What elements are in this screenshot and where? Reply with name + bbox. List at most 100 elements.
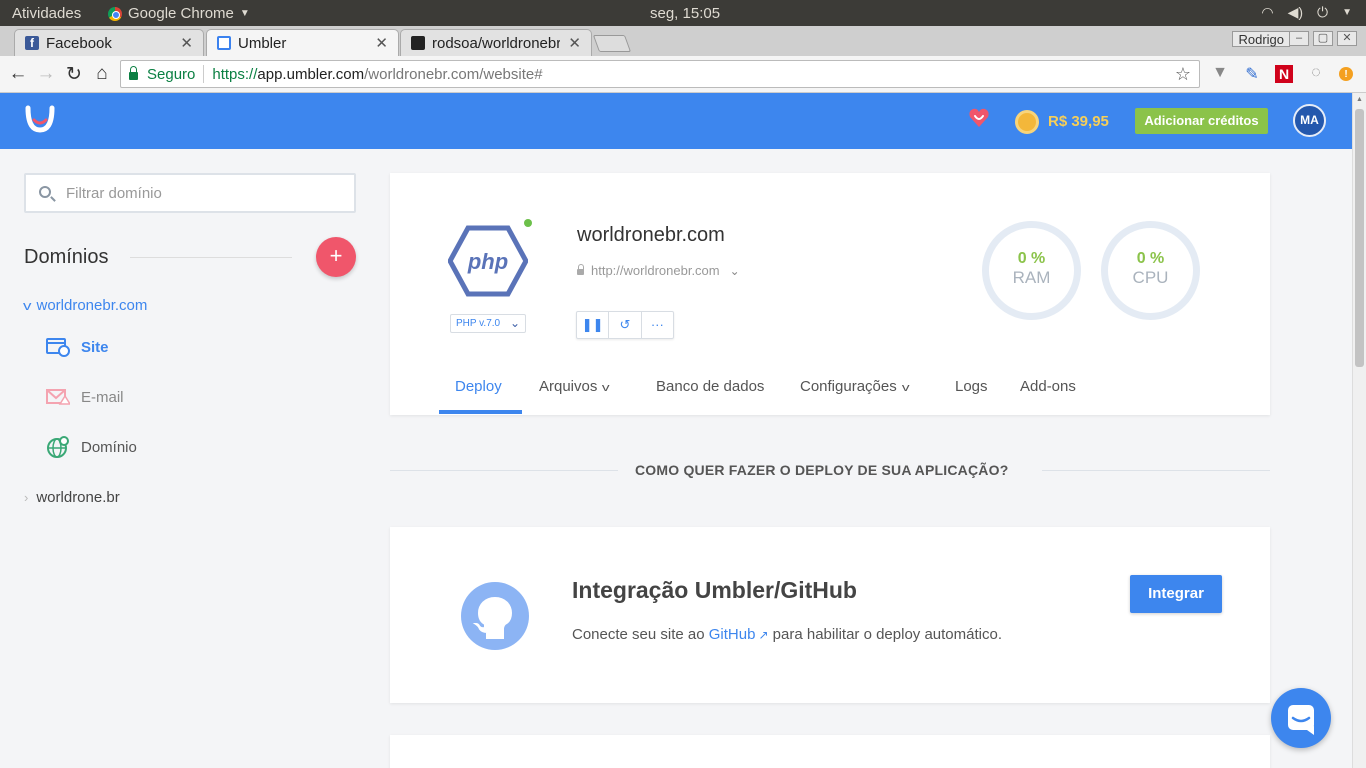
- umbler-icon: [217, 36, 231, 50]
- tab-facebook[interactable]: f Facebook ✕: [14, 29, 204, 56]
- site-tabs: Deploy Arquivos v Banco de dados Configur…: [390, 363, 1270, 415]
- page-scrollbar[interactable]: ▲: [1352, 93, 1366, 768]
- restart-button[interactable]: ↺: [609, 312, 642, 338]
- home-icon[interactable]: ⌂: [91, 63, 113, 85]
- cpu-gauge: 0 % CPU: [1101, 221, 1200, 320]
- ram-gauge: 0 % RAM: [982, 221, 1081, 320]
- heart-icon[interactable]: [968, 107, 990, 129]
- app-menu[interactable]: Google Chrome ▼: [108, 5, 250, 22]
- tab-label: rodsoa/worldronebr: [432, 34, 560, 52]
- lock-icon: [577, 264, 584, 275]
- volume-icon[interactable]: ◀): [1288, 4, 1303, 21]
- url-scheme: https://: [212, 65, 258, 83]
- minimize-button[interactable]: –: [1289, 31, 1309, 46]
- tab-umbler[interactable]: Umbler ✕: [206, 29, 399, 56]
- clock[interactable]: seg, 15:05: [650, 5, 720, 22]
- vimeo-extension-icon[interactable]: ▼: [1211, 64, 1229, 82]
- sidebar-item-label: Site: [81, 338, 109, 356]
- divider: [1042, 470, 1270, 471]
- description-text: para habilitar o deploy automático.: [768, 626, 1002, 643]
- github-integration-title: Integração Umbler/GitHub: [572, 577, 857, 603]
- ram-label: RAM: [1012, 268, 1051, 287]
- tab-banco-de-dados[interactable]: Banco de dados: [656, 378, 764, 395]
- php-version-select[interactable]: PHP v.7.0 ⌄: [450, 314, 526, 333]
- more-icon: ···: [650, 317, 664, 332]
- add-domain-button[interactable]: +: [316, 237, 356, 277]
- pause-button[interactable]: ❚❚: [577, 312, 610, 338]
- url-path: /worldronebr.com/website#: [364, 65, 543, 83]
- bookmark-star-icon[interactable]: ☆: [1175, 64, 1191, 85]
- tab-arquivos[interactable]: Arquivos v: [539, 378, 610, 395]
- domain-label: worldronebr.com: [36, 297, 148, 314]
- tab-deploy[interactable]: Deploy: [455, 378, 502, 395]
- lock-icon: [129, 66, 138, 80]
- site-actions: ❚❚ ↺ ···: [576, 311, 674, 339]
- sidebar-item-domain[interactable]: Domínio: [46, 436, 137, 458]
- netflix-extension-icon[interactable]: N: [1275, 65, 1293, 83]
- facebook-icon: f: [25, 36, 39, 50]
- github-icon: [461, 582, 529, 650]
- close-window-button[interactable]: ✕: [1337, 31, 1357, 46]
- app-header: R$ 39,95 Adicionar créditos MA: [0, 93, 1352, 149]
- domains-heading: Domínios: [24, 246, 109, 268]
- eyedropper-extension-icon[interactable]: ✎: [1243, 64, 1261, 84]
- maximize-button[interactable]: ▢: [1313, 31, 1333, 46]
- avatar[interactable]: MA: [1293, 104, 1326, 137]
- github-link[interactable]: GitHub: [709, 626, 756, 643]
- secure-label: Seguro: [147, 65, 196, 83]
- chevron-down-icon: v: [602, 382, 610, 394]
- wifi-icon[interactable]: ◠: [1261, 4, 1273, 21]
- tab-add-ons[interactable]: Add-ons: [1020, 378, 1076, 395]
- sidebar-item-email[interactable]: E-mail: [46, 386, 124, 408]
- forward-icon[interactable]: →: [35, 63, 57, 85]
- umbler-logo-icon[interactable]: [24, 104, 56, 134]
- site-name: worldronebr.com: [577, 224, 725, 246]
- close-icon[interactable]: ✕: [375, 34, 388, 52]
- status-online-dot: [524, 219, 532, 227]
- external-link-icon[interactable]: ↗: [758, 628, 768, 642]
- deploy-section-title: COMO QUER FAZER O DEPLOY DE SUA APLICAÇÃ…: [635, 462, 1009, 478]
- domain-filter-input[interactable]: Filtrar domínio: [24, 173, 356, 213]
- chevron-right-icon: ›: [24, 490, 29, 505]
- close-icon[interactable]: ✕: [180, 34, 193, 52]
- chevron-down-icon: ▼: [239, 8, 250, 19]
- more-button[interactable]: ···: [642, 312, 673, 338]
- profile-button[interactable]: Rodrigo: [1232, 31, 1290, 47]
- filter-placeholder: Filtrar domínio: [66, 184, 162, 202]
- ram-value: 0 %: [1017, 250, 1046, 267]
- power-icon[interactable]: ⏻: [1317, 4, 1328, 21]
- globe-icon: [47, 436, 69, 458]
- system-tray[interactable]: ◠ ◀) ⏻ ▼: [1261, 4, 1352, 21]
- divider: [203, 65, 205, 83]
- tab-logs[interactable]: Logs: [955, 378, 988, 395]
- tab-github[interactable]: rodsoa/worldronebr ✕: [400, 29, 592, 56]
- cpu-value: 0 %: [1136, 250, 1165, 267]
- integrate-button[interactable]: Integrar: [1130, 575, 1222, 613]
- back-icon[interactable]: ←: [7, 63, 29, 85]
- reload-icon[interactable]: ↻: [63, 63, 85, 86]
- cpu-label: CPU: [1132, 268, 1169, 287]
- close-icon[interactable]: ✕: [568, 34, 581, 52]
- sidebar-item-site[interactable]: Site: [46, 336, 109, 358]
- address-bar[interactable]: Seguro https:// app.umbler.com /worldron…: [120, 60, 1200, 88]
- extension-icon[interactable]: ◌: [1307, 64, 1325, 82]
- chevron-down-icon[interactable]: ▼: [1342, 7, 1352, 18]
- new-tab-button[interactable]: [592, 35, 632, 52]
- search-icon: [39, 186, 51, 198]
- coin-icon: [1015, 110, 1039, 134]
- domain-item-worldronebr-com[interactable]: v worldronebr.com: [23, 297, 148, 314]
- tab-configuracoes[interactable]: Configurações v: [800, 378, 909, 395]
- menu-alert-icon[interactable]: !: [1339, 67, 1357, 81]
- add-credit-button[interactable]: Adicionar créditos: [1135, 108, 1268, 134]
- sidebar-item-label: E-mail: [81, 388, 124, 406]
- scrollbar-thumb[interactable]: [1355, 109, 1364, 367]
- scroll-up-icon[interactable]: ▲: [1356, 96, 1363, 103]
- php-version-value: PHP v.7.0: [456, 318, 501, 329]
- chrome-icon: [108, 6, 122, 21]
- activities-button[interactable]: Atividades: [12, 5, 81, 22]
- site-url-dropdown[interactable]: http://worldronebr.com ⌄: [577, 263, 740, 278]
- domain-item-worldrone-br[interactable]: › worldrone.br: [24, 489, 120, 506]
- active-tab-indicator: [439, 410, 522, 414]
- php-logo-text: php: [467, 249, 508, 274]
- chat-button[interactable]: [1271, 688, 1331, 748]
